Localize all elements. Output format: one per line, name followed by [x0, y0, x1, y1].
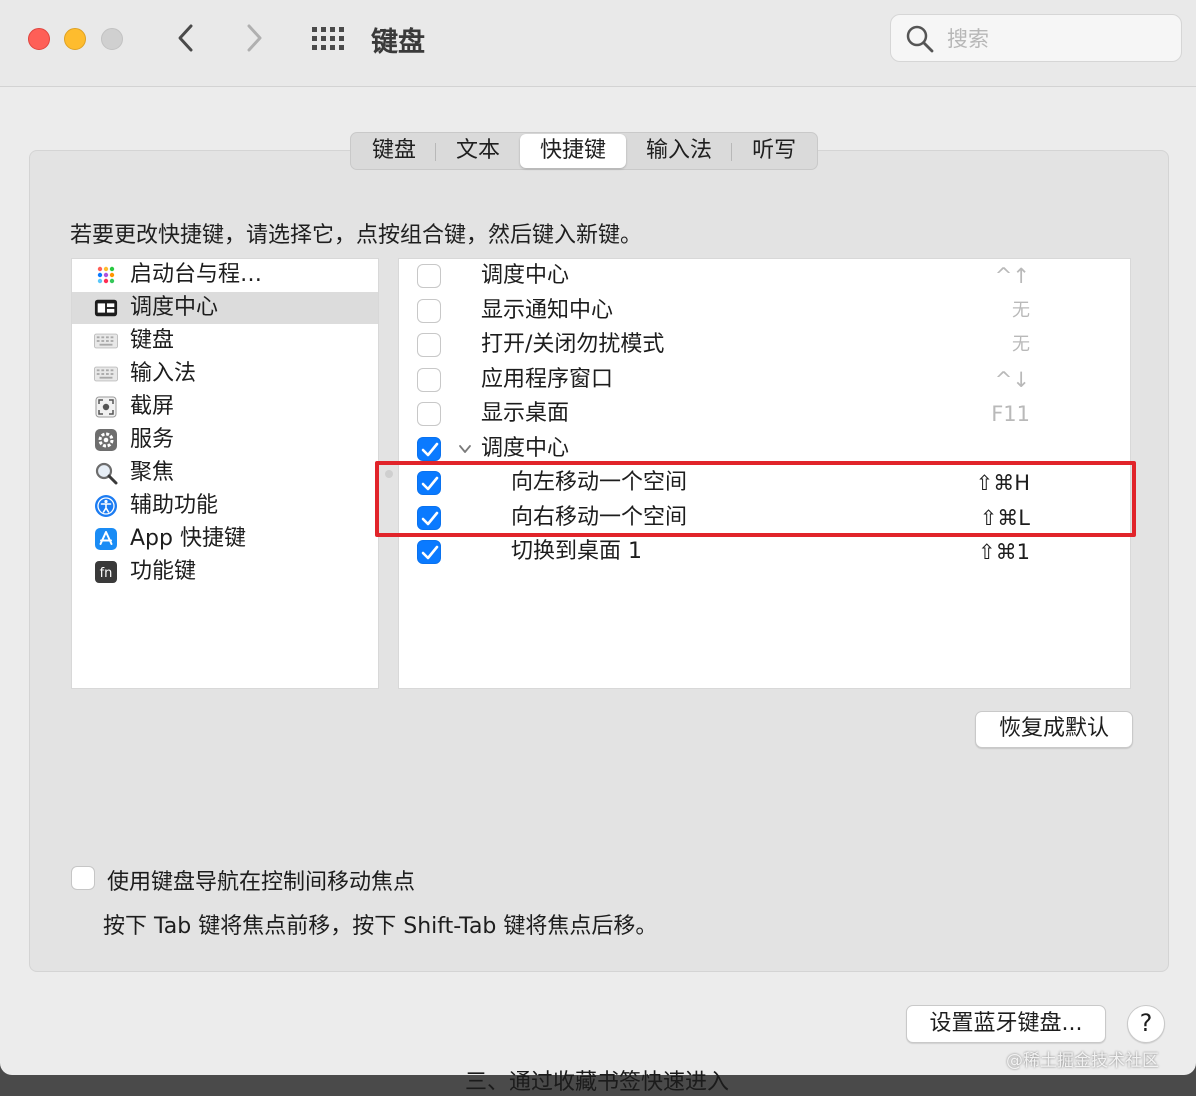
shortcut-row[interactable]: 显示通知中心 无 [399, 294, 1130, 328]
tab-shortcuts[interactable]: 快捷键 [520, 134, 627, 168]
category-label: 启动台与程… [130, 262, 263, 287]
chevron-right-icon [247, 24, 262, 52]
tab-keyboard[interactable]: 键盘 [352, 134, 437, 168]
checkmark-icon [421, 545, 439, 560]
shortcut-checkbox[interactable] [417, 368, 441, 392]
tab-bar: 键盘 文本 快捷键 输入法 听写 [350, 132, 819, 170]
category-item-keyboard[interactable]: 键盘 [72, 325, 378, 357]
shortcut-row[interactable]: 打开/关闭勿扰模式 无 [399, 328, 1130, 362]
services-gear-icon [94, 428, 118, 452]
keyboard-navigation-hint: 按下 Tab 键将焦点前移，按下 Shift-Tab 键将焦点后移。 [103, 914, 658, 939]
svg-text:fn: fn [100, 566, 113, 581]
show-all-button[interactable] [309, 24, 349, 54]
restore-defaults-button[interactable]: 恢复成默认 [975, 711, 1133, 748]
grid-icon [312, 27, 344, 50]
shortcut-label: 切换到桌面 1 [511, 539, 642, 564]
category-label: 调度中心 [130, 295, 219, 320]
tab-text[interactable]: 文本 [436, 134, 520, 168]
category-label: App 快捷键 [130, 526, 246, 551]
category-item-app-shortcuts[interactable]: App 快捷键 [72, 523, 378, 555]
mission-control-icon [94, 296, 118, 320]
shortcut-label: 调度中心 [481, 263, 570, 288]
category-list: 启动台与程… 调度中心 键盘 输入法 截屏 服务 聚焦 辅助功能 App 快捷键… [71, 258, 379, 689]
search-icon [906, 25, 934, 53]
category-item-screenshot[interactable]: 截屏 [72, 391, 378, 423]
spotlight-magnifier-icon [94, 461, 118, 485]
setup-bluetooth-keyboard-button[interactable]: 设置蓝牙键盘... [906, 1005, 1106, 1043]
disclosure-chevron-down-icon[interactable] [457, 441, 473, 457]
shortcut-key[interactable]: F11 [991, 397, 1030, 431]
shortcut-checkbox[interactable] [417, 437, 441, 461]
category-item-function-keys[interactable]: fn 功能键 [72, 556, 378, 588]
keyboard-navigation-label: 使用键盘导航在控制间移动焦点 [107, 870, 416, 895]
back-button[interactable] [166, 18, 206, 58]
shortcut-row[interactable]: 切换到桌面 1 ⇧⌘1 [399, 535, 1130, 569]
forward-button[interactable] [234, 18, 274, 58]
title-bar: 键盘 [0, 0, 1196, 87]
category-item-spotlight[interactable]: 聚焦 [72, 457, 378, 489]
help-button[interactable]: ? [1127, 1005, 1165, 1043]
keyboard-icon [94, 329, 118, 353]
checkmark-icon [421, 442, 439, 457]
shortcut-key[interactable]: 无 [1012, 294, 1030, 328]
search-input[interactable] [945, 21, 1169, 57]
app-store-icon [94, 527, 118, 551]
category-label: 服务 [130, 427, 175, 452]
shortcut-label: 显示通知中心 [481, 298, 614, 323]
category-item-accessibility[interactable]: 辅助功能 [72, 490, 378, 522]
instruction-text: 若要更改快捷键，请选择它，点按组合键，然后键入新键。 [70, 223, 643, 248]
shortcut-row[interactable]: 调度中心 ^↑ [399, 259, 1130, 293]
shortcut-key[interactable]: 无 [1012, 328, 1030, 362]
keyboard-navigation-checkbox[interactable] [71, 866, 95, 890]
accessibility-icon [94, 494, 118, 518]
category-label: 输入法 [130, 361, 197, 386]
close-window-button[interactable] [28, 28, 50, 50]
shortcut-key[interactable]: ^↑ [995, 259, 1030, 293]
input-method-icon [94, 362, 118, 386]
shortcut-row[interactable]: 应用程序窗口 ^↓ [399, 363, 1130, 397]
shortcut-checkbox[interactable] [417, 540, 441, 564]
category-label: 辅助功能 [130, 493, 219, 518]
category-label: 截屏 [130, 394, 175, 419]
shortcut-checkbox[interactable] [417, 299, 441, 323]
fn-key-icon: fn [94, 560, 118, 584]
category-item-input-method[interactable]: 输入法 [72, 358, 378, 390]
category-label: 功能键 [130, 559, 197, 584]
shortcut-checkbox[interactable] [417, 402, 441, 426]
shortcut-row[interactable]: 显示桌面 F11 [399, 397, 1130, 431]
category-item-mission-control[interactable]: 调度中心 [72, 292, 378, 324]
search-box[interactable] [890, 14, 1182, 62]
zoom-window-button[interactable] [101, 28, 123, 50]
tab-dictation[interactable]: 听写 [732, 134, 816, 168]
shortcut-key[interactable]: ⇧⌘1 [978, 535, 1030, 569]
minimize-window-button[interactable] [64, 28, 86, 50]
category-label: 键盘 [130, 328, 175, 353]
system-preferences-window: 键盘 键盘 文本 快捷键 输入法 听写 若要更改快捷键，请选择它，点按组合键，然… [0, 0, 1196, 1075]
category-label: 聚焦 [130, 460, 175, 485]
category-item-services[interactable]: 服务 [72, 424, 378, 456]
launchpad-icon [94, 263, 118, 287]
shortcut-checkbox[interactable] [417, 333, 441, 357]
shortcut-label: 显示桌面 [481, 401, 570, 426]
shortcut-key[interactable]: ^↓ [995, 363, 1030, 397]
category-item-launchpad[interactable]: 启动台与程… [72, 259, 378, 291]
shortcut-checkbox[interactable] [417, 264, 441, 288]
background-page-text: 三、通过收藏书签快速进入 [465, 1070, 730, 1095]
shortcut-label: 应用程序窗口 [481, 367, 614, 392]
tab-input-sources[interactable]: 输入法 [626, 134, 733, 168]
window-title: 键盘 [371, 27, 425, 58]
watermark: @稀土掘金技术社区 [1006, 1051, 1159, 1071]
screenshot-icon [94, 395, 118, 419]
chevron-left-icon [178, 24, 193, 52]
shortcut-label: 打开/关闭勿扰模式 [481, 332, 665, 357]
red-highlight-box [375, 461, 1136, 537]
